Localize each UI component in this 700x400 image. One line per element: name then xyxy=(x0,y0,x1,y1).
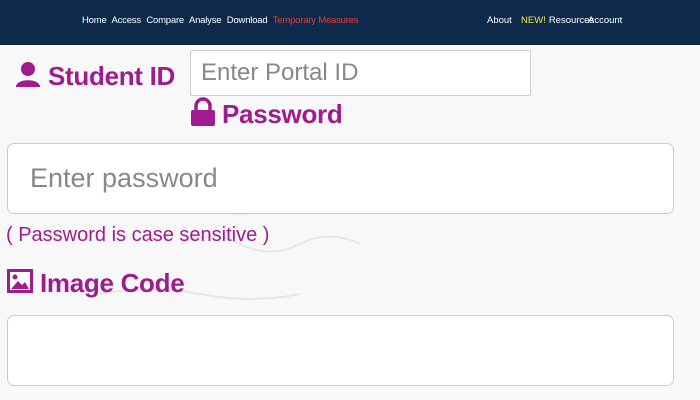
nav-download[interactable]: Download xyxy=(227,15,268,26)
new-badge: NEW! xyxy=(521,15,546,26)
top-navbar: Home Access Compare Analyse Download Tem… xyxy=(0,0,700,45)
student-id-label-row: Student ID xyxy=(14,60,175,93)
user-icon xyxy=(14,60,42,93)
nav-access[interactable]: Access xyxy=(111,15,141,26)
nav-temporary-measures[interactable]: Temporary Measures xyxy=(273,15,359,26)
nav-compare[interactable]: Compare xyxy=(146,15,184,26)
image-code-input[interactable] xyxy=(7,315,674,386)
nav-about[interactable]: About xyxy=(487,15,512,26)
lock-icon xyxy=(190,97,216,132)
image-code-label-row: Image Code xyxy=(6,268,185,299)
student-id-input[interactable] xyxy=(190,50,531,96)
image-icon xyxy=(6,268,34,299)
nav-analyse[interactable]: Analyse xyxy=(189,15,222,26)
nav-account[interactable]: Account xyxy=(588,15,622,26)
password-label: Password xyxy=(222,99,343,129)
main-nav: Home Access Compare Analyse Download Tem… xyxy=(82,15,361,26)
nav-home[interactable]: Home xyxy=(82,15,107,26)
password-hint: ( Password is case sensitive ) xyxy=(6,224,270,246)
student-id-label: Student ID xyxy=(48,61,175,91)
image-code-label: Image Code xyxy=(40,268,185,298)
password-label-row: Password xyxy=(190,97,343,132)
nav-resources[interactable]: NEW! Resources xyxy=(521,15,594,26)
password-input[interactable] xyxy=(7,143,674,214)
